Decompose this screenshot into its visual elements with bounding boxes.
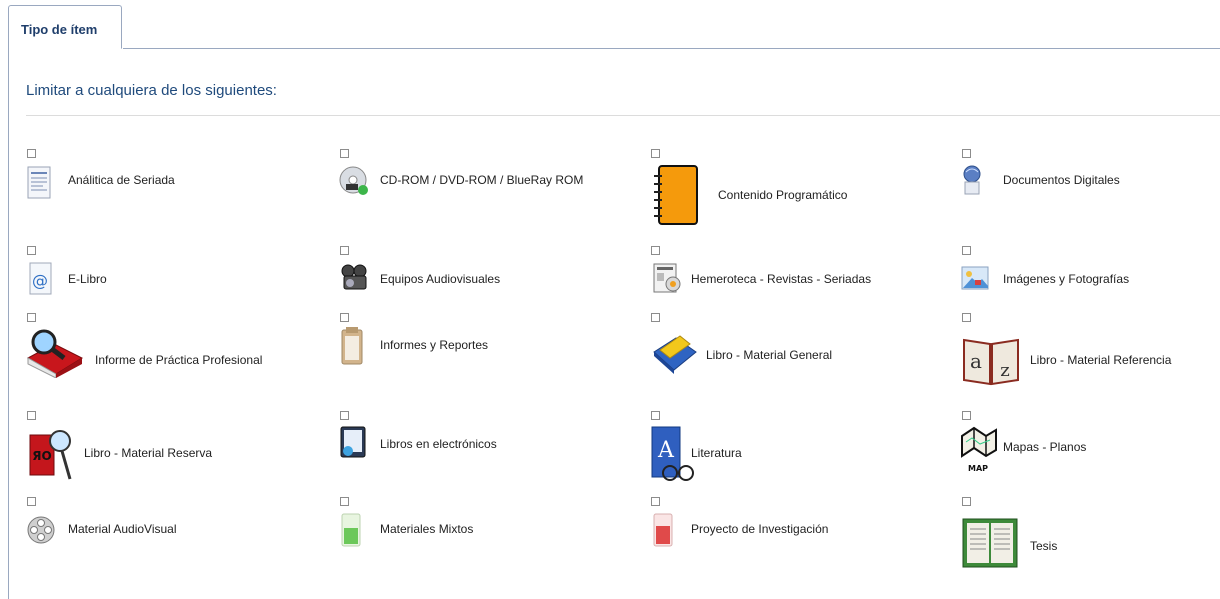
document-icon (26, 166, 54, 200)
item-label-libro-material-reserva: Libro - Material Reserva (84, 446, 213, 460)
checkbox-libros-en-electronicos[interactable] (340, 411, 349, 420)
heading-divider (26, 115, 1220, 116)
magnifier-book-icon (24, 328, 84, 378)
book-glasses-icon: A (648, 425, 696, 483)
item-label-equipos-audiovisuales: Equipos Audiovisuales (380, 272, 501, 286)
clipboard-icon (338, 326, 366, 366)
checkbox-contenido-programatico[interactable] (651, 149, 660, 158)
map-icon: MAP (958, 424, 1000, 474)
green-sheet-icon (340, 512, 364, 548)
picture-icon (960, 264, 990, 292)
tab-divider (123, 48, 1220, 49)
limit-heading: Limitar a cualquiera de los siguientes: (26, 82, 277, 99)
item-label-tesis: Tesis (1030, 539, 1058, 553)
checkbox-mapas-planos[interactable] (962, 411, 971, 420)
newspaper-icon (651, 262, 683, 294)
item-label-proyecto-de-investigacion: Proyecto de Investigación (691, 522, 829, 536)
item-label-libro-material-referencia: Libro - Material Referencia (1030, 353, 1172, 367)
svg-text:MAP: MAP (968, 464, 988, 473)
item-label-e-libro: E-Libro (68, 272, 107, 286)
item-label-literatura: Literatura (691, 446, 742, 460)
item-label-informes-y-reportes: Informes y Reportes (380, 338, 489, 352)
checkbox-informe-practica-profesional[interactable] (27, 313, 36, 322)
film-reel-icon (25, 514, 57, 546)
red-sheet-icon (652, 512, 676, 548)
item-label-hemeroteca: Hemeroteca - Revistas - Seriadas (691, 272, 872, 286)
red-book-magnifier-icon: ЯO (26, 425, 74, 483)
checkbox-tesis[interactable] (962, 497, 971, 506)
svg-text:@: @ (32, 271, 48, 290)
video-camera-icon (338, 263, 372, 293)
checkbox-documentos-digitales[interactable] (962, 149, 971, 158)
panel-border (8, 48, 9, 599)
svg-text:z: z (1000, 360, 1009, 381)
az-dictionary-icon: az (962, 336, 1020, 386)
notebook-icon (653, 164, 699, 226)
checkbox-material-audiovisual[interactable] (27, 497, 36, 506)
cd-rom-icon (338, 165, 370, 197)
checkbox-informes-y-reportes[interactable] (340, 313, 349, 322)
globe-document-icon (960, 164, 988, 198)
tab-bar: Tipo de ítem (0, 0, 1220, 50)
item-label-material-audiovisual: Material AudioVisual (68, 522, 177, 536)
checkbox-proyecto-de-investigacion[interactable] (651, 497, 660, 506)
svg-text:a: a (970, 349, 982, 373)
item-label-imagenes-y-fotografias: Imágenes y Fotografías (1003, 272, 1130, 286)
open-book-icon (961, 517, 1019, 569)
checkbox-equipos-audiovisuales[interactable] (340, 246, 349, 255)
checkbox-literatura[interactable] (651, 411, 660, 420)
checkbox-libro-material-referencia[interactable] (962, 313, 971, 322)
item-label-documentos-digitales: Documentos Digitales (1003, 173, 1120, 187)
checkbox-materiales-mixtos[interactable] (340, 497, 349, 506)
item-label-analitica-de-seriada: Análitica de Seriada (68, 173, 175, 187)
item-label-contenido-programatico: Contenido Programático (718, 188, 848, 202)
blue-book-icon (650, 330, 698, 376)
ebook-icon (338, 425, 368, 461)
checkbox-cd-rom[interactable] (340, 149, 349, 158)
item-label-cd-rom: CD-ROM / DVD-ROM / BlueRay ROM (380, 173, 584, 187)
checkbox-libro-material-reserva[interactable] (27, 411, 36, 420)
item-label-libros-en-electronicos: Libros en electrónicos (380, 437, 497, 451)
checkbox-imagenes-y-fotografias[interactable] (962, 246, 971, 255)
checkbox-libro-material-general[interactable] (651, 313, 660, 322)
item-label-materiales-mixtos: Materiales Mixtos (380, 522, 474, 536)
checkbox-e-libro[interactable] (27, 246, 36, 255)
tab-tipo-de-item[interactable]: Tipo de ítem (8, 5, 122, 49)
item-label-mapas-planos: Mapas - Planos (1003, 440, 1087, 454)
svg-text:ЯO: ЯO (32, 449, 51, 463)
checkbox-hemeroteca[interactable] (651, 246, 660, 255)
email-page-icon: @ (28, 262, 54, 296)
tab-label: Tipo de ítem (21, 22, 98, 37)
svg-text:A: A (657, 438, 675, 463)
checkbox-analitica-de-seriada[interactable] (27, 149, 36, 158)
item-label-informe-practica-profesional: Informe de Práctica Profesional (95, 353, 263, 367)
item-label-libro-material-general: Libro - Material General (706, 348, 833, 362)
